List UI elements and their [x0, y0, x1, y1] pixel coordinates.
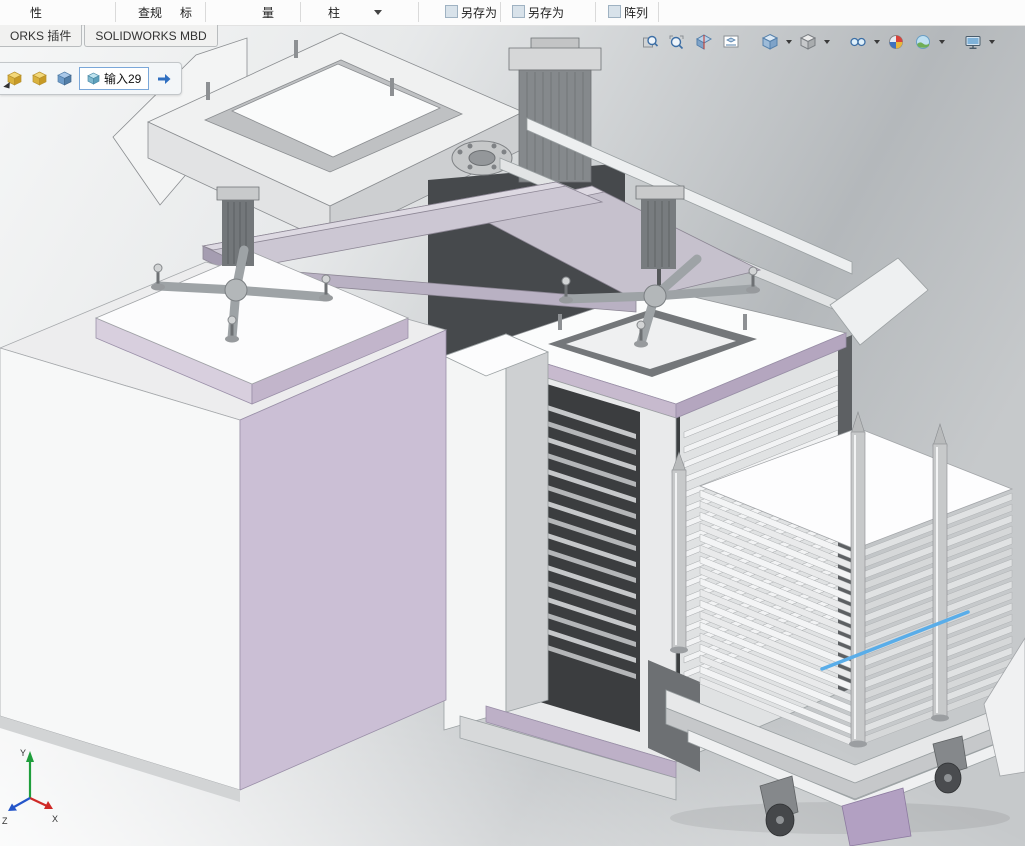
- dropdown-caret-icon[interactable]: [786, 40, 792, 44]
- hide-show-items-icon: [850, 37, 866, 47]
- display-style-button[interactable]: [796, 31, 820, 53]
- ribbon-item[interactable]: 阵列: [608, 4, 648, 21]
- separator: [595, 2, 596, 22]
- ribbon-item[interactable]: 另存为: [445, 4, 497, 21]
- 3d-drawing-view-button[interactable]: [719, 31, 743, 53]
- ribbon-item[interactable]: 另存为: [512, 4, 564, 21]
- separator: [418, 2, 419, 22]
- assembly-button[interactable]: [54, 69, 74, 89]
- commandmanager-tabs: ORKS 插件 SOLIDWORKS MBD: [0, 25, 220, 48]
- ribbon-item-label: 另存为: [528, 6, 565, 20]
- zoom-to-area-icon: [669, 35, 684, 50]
- tab-solidworks-addins[interactable]: ORKS 插件: [0, 25, 83, 47]
- dropdown-caret-icon[interactable]: [939, 40, 945, 44]
- separator: [300, 2, 301, 22]
- apply-scene-icon: [916, 35, 930, 49]
- guide-rod-left: [670, 451, 688, 654]
- guide-rod-right: [931, 423, 949, 722]
- view-orientation-icon: [761, 33, 779, 50]
- zoom-to-area-button[interactable]: [665, 31, 689, 53]
- ribbon-item[interactable]: 标: [180, 4, 192, 21]
- graphics-area[interactable]: [0, 0, 1025, 846]
- heads-up-view-toolbar: [638, 31, 996, 53]
- edit-appearance-icon: [889, 35, 903, 49]
- section-view-icon: [695, 34, 713, 50]
- dropdown-caret-icon[interactable]: [374, 10, 382, 15]
- component-blue-icon: [56, 71, 72, 86]
- zoom-to-fit-button[interactable]: [638, 31, 662, 53]
- ribbon-strip: 性 查规 标 量 柱 另存为 另存为 阵列: [0, 0, 1025, 26]
- z-axis-label: Z: [2, 816, 8, 826]
- component-button[interactable]: [3, 69, 24, 91]
- dropdown-caret-icon[interactable]: [989, 40, 995, 44]
- edit-appearance-button[interactable]: [884, 31, 908, 53]
- ribbon-item[interactable]: 柱: [328, 4, 340, 21]
- blue-arrow-icon: [158, 73, 171, 84]
- hide-show-items-button[interactable]: [846, 31, 870, 53]
- view-settings-icon: [965, 36, 981, 50]
- ribbon-item-icon: [608, 5, 621, 18]
- separator: [500, 2, 501, 22]
- view-orientation-button[interactable]: [758, 31, 782, 53]
- vertical-actuator-top[interactable]: [508, 37, 602, 183]
- dropdown-caret-icon[interactable]: [824, 40, 830, 44]
- separator: [115, 2, 116, 22]
- view-settings-button[interactable]: [961, 31, 985, 53]
- ribbon-item-icon: [445, 5, 458, 18]
- display-style-icon: [799, 33, 817, 50]
- tab-solidworks-mbd[interactable]: SOLIDWORKS MBD: [84, 25, 218, 47]
- breadcrumb-part-chip[interactable]: 输入29: [79, 67, 150, 90]
- separator: [205, 2, 206, 22]
- selection-breadcrumb: 输入29: [0, 62, 183, 95]
- ribbon-item[interactable]: 量: [262, 4, 274, 21]
- reference-triad: Y X Z: [0, 744, 64, 833]
- part-icon: [87, 72, 100, 85]
- viewport-3d-model[interactable]: [0, 0, 1025, 846]
- ribbon-item-icon: [512, 5, 525, 18]
- y-axis-arrow-icon: [26, 751, 34, 762]
- ribbon-item-label: 另存为: [461, 6, 498, 20]
- breadcrumb-forward-button[interactable]: [154, 69, 174, 89]
- section-view-button[interactable]: [692, 31, 716, 53]
- zoom-to-fit-icon: [643, 35, 659, 48]
- component-yellow-icon: [31, 71, 47, 86]
- ribbon-item[interactable]: 查规: [138, 4, 162, 21]
- guide-rod-middle: [849, 411, 867, 748]
- 3d-drawing-view-icon: [723, 35, 739, 48]
- dropdown-caret-icon[interactable]: [874, 40, 880, 44]
- apply-scene-button[interactable]: [911, 31, 935, 53]
- y-axis-label: Y: [20, 748, 26, 758]
- ribbon-item-label: 阵列: [624, 6, 649, 20]
- left-box[interactable]: [0, 251, 448, 802]
- breadcrumb-part-label: 输入29: [104, 72, 142, 86]
- x-axis-label: X: [52, 814, 58, 824]
- component-button[interactable]: [29, 69, 49, 89]
- separator: [658, 2, 659, 22]
- ribbon-item[interactable]: 性: [30, 4, 42, 21]
